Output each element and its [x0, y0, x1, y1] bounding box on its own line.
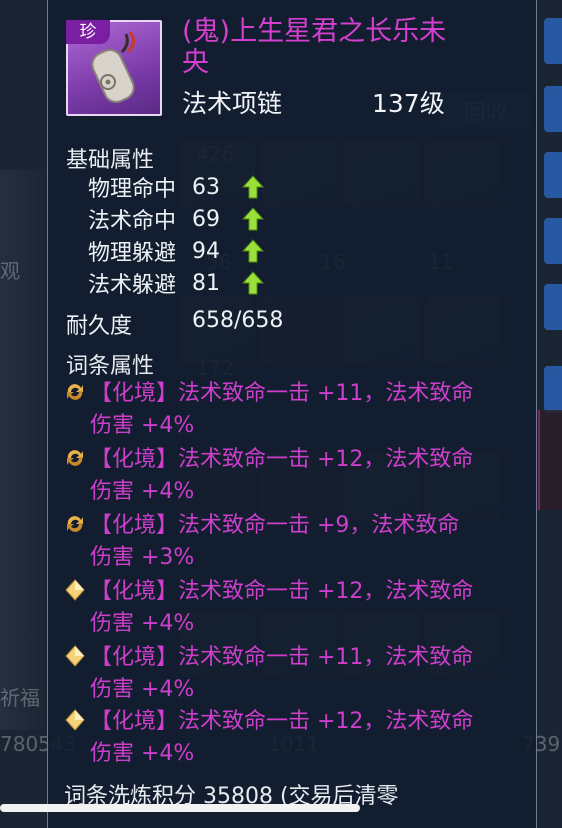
affix-line2: 伤害 +3%: [90, 545, 195, 570]
stat-label: 法术躲避: [88, 273, 177, 298]
diamond-icon: [65, 709, 85, 731]
stat-label: 物理躲避: [88, 241, 177, 266]
stat-value: 94: [192, 238, 220, 264]
affix-title: 词条属性: [66, 354, 155, 379]
affix-line1: 【化境】法术致命一击 +11，法术致命: [90, 645, 474, 670]
affix-line2: 伤害 +4%: [90, 479, 195, 504]
affix-entry: 【化境】法术致命一击 +12，法术致命 伤害 +4%: [64, 706, 524, 770]
affix-line1: 【化境】法术致命一击 +11，法术致命: [90, 381, 474, 406]
stat-label: 物理命中: [88, 177, 177, 202]
stat-value: 69: [192, 206, 220, 232]
side-tab-button[interactable]: [544, 284, 562, 330]
affix-entry: 【化境】法术致命一击 +12，法术致命 伤害 +4%: [64, 576, 524, 640]
swirl-icon: [67, 450, 83, 466]
side-tab-button[interactable]: [544, 18, 562, 64]
necklace-icon: [91, 31, 135, 103]
swirl-icon: [67, 384, 83, 400]
affix-entry: 【化境】法术致命一击 +11，法术致命 伤害 +4%: [64, 378, 524, 442]
stat-label: 法术命中: [88, 209, 177, 234]
base-stats-title: 基础属性: [66, 148, 155, 173]
background-left-label: 观: [0, 259, 20, 283]
diamond-icon: [65, 579, 85, 601]
affix-line2: 伤害 +4%: [90, 741, 195, 766]
stat-value: 63: [192, 174, 220, 200]
durability-value: 658/658: [192, 308, 284, 333]
affix-line2: 伤害 +4%: [90, 413, 195, 438]
base-stat-row: 物理命中 63: [88, 172, 264, 202]
affix-line2: 伤害 +4%: [90, 677, 195, 702]
affix-line1: 【化境】法术致命一击 +12，法术致命: [90, 447, 474, 472]
stat-value: 81: [192, 270, 220, 296]
background-left-label: 祈福: [0, 686, 40, 710]
affix-entry: 【化境】法术致命一击 +11，法术致命 伤害 +4%: [64, 642, 524, 706]
swirl-icon: [67, 516, 83, 532]
affix-line1: 【化境】法术致命一击 +12，法术致命: [90, 709, 474, 734]
side-tab-button[interactable]: [544, 366, 562, 412]
affix-entry: 【化境】法术致命一击 +12，法术致命 伤害 +4%: [64, 444, 524, 508]
base-stat-row: 法术命中 69: [88, 204, 264, 234]
side-tab-button[interactable]: [544, 152, 562, 198]
affix-line2: 伤害 +4%: [90, 611, 195, 636]
item-level: 137级: [372, 89, 445, 118]
affix-line1: 【化境】法术致命一击 +12，法术致命: [90, 579, 474, 604]
side-tab-button[interactable]: [544, 218, 562, 264]
side-tab-button[interactable]: [544, 86, 562, 132]
home-indicator-bar: [0, 804, 360, 812]
background-left-column: [0, 170, 44, 730]
item-type: 法术项链: [182, 89, 283, 118]
durability-label: 耐久度: [66, 314, 133, 339]
affix-entry: 【化境】法术致命一击 +9，法术致命 伤害 +3%: [64, 510, 524, 574]
up-arrow-icon: [242, 239, 264, 263]
up-arrow-icon: [242, 271, 264, 295]
diamond-icon: [65, 645, 85, 667]
item-icon: 珍: [66, 20, 162, 116]
affix-line1: 【化境】法术致命一击 +9，法术致命: [90, 513, 460, 538]
item-name: (鬼)上生星君之长乐未央: [182, 16, 447, 78]
base-stat-row: 法术躲避 81: [88, 268, 264, 298]
background-character-panel: [538, 410, 562, 510]
base-stat-row: 物理躲避 94: [88, 236, 264, 266]
up-arrow-icon: [242, 207, 264, 231]
up-arrow-icon: [242, 175, 264, 199]
